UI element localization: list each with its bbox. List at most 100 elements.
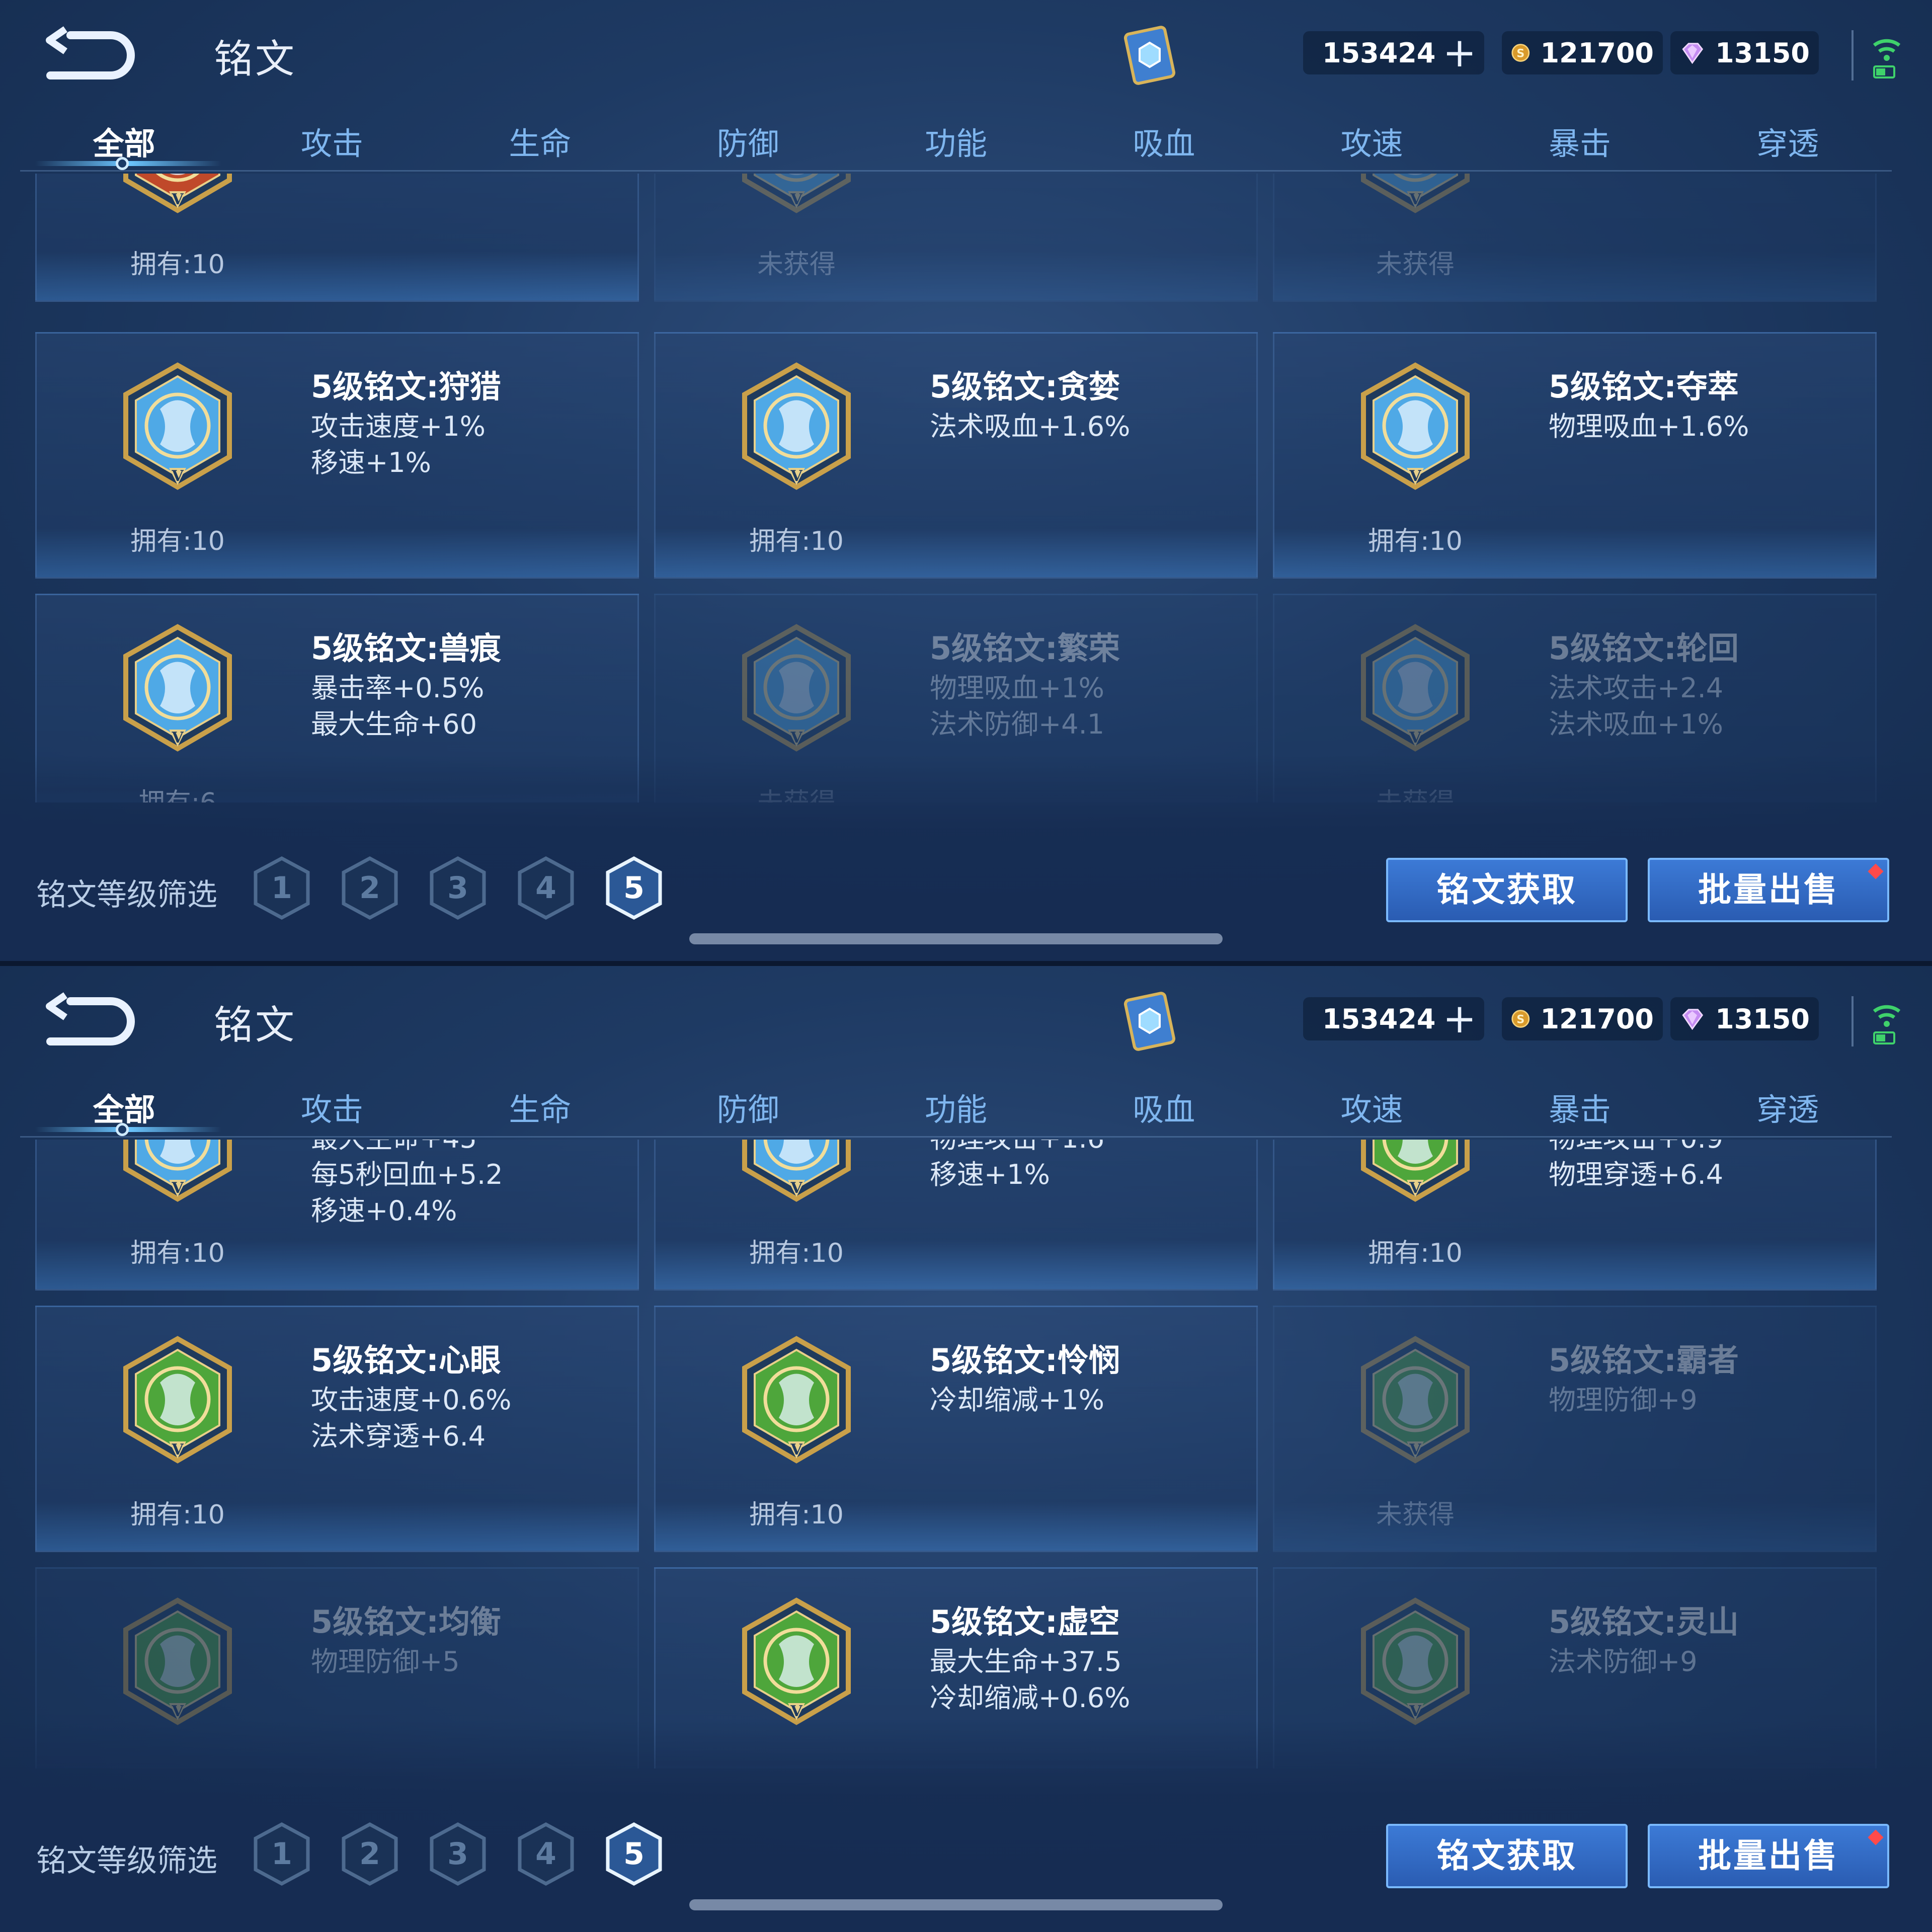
back-button[interactable] <box>40 25 136 80</box>
inscription-book-icon[interactable] <box>1117 989 1182 1054</box>
bulk-sell-button[interactable]: 批量出售 <box>1648 858 1889 922</box>
inscription-stat: 攻击速度+0.6% <box>311 1384 512 1416</box>
inscription-stat: 法术吸血+1.6% <box>930 411 1131 442</box>
coin-amount: 121700 <box>1540 1003 1654 1035</box>
tab-8[interactable]: 穿透 <box>1684 1077 1892 1137</box>
svg-text:S: S <box>1516 47 1524 60</box>
inscription-card[interactable]: V 5级铭文:霸者 物理防御+9 未获得 <box>1273 1306 1877 1552</box>
level-label: 2 <box>359 1836 380 1872</box>
inscription-stat: 移速+0.4% <box>311 1195 457 1227</box>
level-filter-2[interactable]: 2 <box>340 1821 400 1887</box>
get-inscription-button[interactable]: 铭文获取 <box>1386 858 1628 922</box>
level-label: 5 <box>623 1836 645 1872</box>
gem-currency[interactable]: 153424 + <box>1303 31 1484 74</box>
inscription-card[interactable]: V 5级铭文:心眼 攻击速度+0.6% 法术穿透+6.4 拥有:10 <box>35 1306 639 1552</box>
coin-currency: S 121700 <box>1502 31 1663 74</box>
tab-5[interactable]: 吸血 <box>1060 1077 1268 1137</box>
tab-2[interactable]: 生命 <box>436 1077 644 1137</box>
inscription-name: 5级铭文:怜悯 <box>930 1342 1120 1379</box>
page-title: 铭文 <box>214 1003 297 1048</box>
inscription-emblem-icon: V <box>120 1596 235 1730</box>
inscription-card[interactable]: V 5级铭文:夺萃 物理吸血+1.6% 拥有:10 <box>1273 332 1877 579</box>
tab-3[interactable]: 防御 <box>644 111 852 171</box>
level-filter-4[interactable]: 4 <box>516 1821 576 1887</box>
add-gem-icon[interactable]: + <box>1442 999 1476 1039</box>
inscription-card[interactable]: V 拥有:10 <box>35 174 639 302</box>
inscription-card[interactable]: V 5级铭文:贪婪 法术吸血+1.6% 拥有:10 <box>654 332 1258 579</box>
level-filter-3[interactable]: 3 <box>428 855 488 921</box>
svg-text:V: V <box>1409 1441 1421 1459</box>
inscription-emblem-icon: V <box>1357 1596 1473 1730</box>
level-filter-label: 铭文等级筛选 <box>36 877 217 913</box>
wifi-signal-icon <box>1869 30 1904 80</box>
inscription-card[interactable]: V 未获得 <box>654 174 1258 302</box>
inscription-card[interactable]: V 5级铭文:调和最大生命+45每5秒回血+5.2移速+0.4%拥有:10 <box>35 1140 639 1291</box>
diamond-amount: 13150 <box>1715 37 1810 69</box>
inscription-emblem-icon: V <box>1357 623 1473 756</box>
tab-8[interactable]: 穿透 <box>1684 111 1892 171</box>
tab-7[interactable]: 暴击 <box>1476 111 1683 171</box>
inscription-name: 5级铭文:繁荣 <box>930 630 1120 667</box>
tab-3[interactable]: 防御 <box>644 1077 852 1137</box>
tab-divider <box>20 1136 1892 1138</box>
get-inscription-button[interactable]: 铭文获取 <box>1386 1824 1628 1888</box>
gem-currency[interactable]: 153424 + <box>1303 997 1484 1040</box>
back-button[interactable] <box>40 991 136 1046</box>
owned-count: 拥有:10 <box>749 1500 844 1530</box>
svg-text:V: V <box>171 1703 184 1720</box>
tab-5[interactable]: 吸血 <box>1060 111 1268 171</box>
owned-count: 拥有:10 <box>749 1238 844 1268</box>
level-filter-2[interactable]: 2 <box>340 855 400 921</box>
inscription-book-icon[interactable] <box>1117 23 1182 88</box>
inscription-card[interactable]: V 5级铭文:鹰眼物理攻击+0.9物理穿透+6.4拥有:10 <box>1273 1140 1877 1291</box>
diamond-currency: 13150 <box>1670 31 1819 74</box>
level-filter-5[interactable]: 5 <box>604 855 664 921</box>
tab-1[interactable]: 攻击 <box>228 111 436 171</box>
add-gem-icon[interactable]: + <box>1442 33 1476 73</box>
svg-text:S: S <box>1516 1013 1524 1026</box>
tab-1[interactable]: 攻击 <box>228 1077 436 1137</box>
screen-2: 铭文 153424 + S 121700 13150 全部 攻击 生命 防御 功能 吸血攻… <box>0 966 1932 1932</box>
level-filter-4[interactable]: 4 <box>516 855 576 921</box>
inscription-stat: 冷却缩减+0.6% <box>930 1682 1131 1714</box>
tab-divider <box>20 170 1892 172</box>
inscription-stat: 法术防御+4.1 <box>930 708 1105 740</box>
inscription-stat: 物理防御+5 <box>311 1646 460 1677</box>
screen-1: 铭文 153424 + S 121700 13150 全部 攻击 生命 防御 功能 吸血攻… <box>0 0 1932 966</box>
inscription-name: 5级铭文:心眼 <box>311 1342 501 1379</box>
tab-2[interactable]: 生命 <box>436 111 644 171</box>
active-tab-dot <box>116 1123 129 1136</box>
owned-count: 拥有:10 <box>1368 1238 1463 1268</box>
inscription-stat: 攻击速度+1% <box>311 411 486 442</box>
inscription-emblem-icon: V <box>1357 361 1473 495</box>
level-filter-5[interactable]: 5 <box>604 1821 664 1887</box>
inscription-name: 5级铭文:霸者 <box>1549 1342 1739 1379</box>
inscription-stat: 最大生命+37.5 <box>930 1646 1122 1677</box>
tab-6[interactable]: 攻速 <box>1268 1077 1476 1137</box>
tab-4[interactable]: 功能 <box>852 111 1060 171</box>
owned-count: 拥有:10 <box>1368 526 1463 556</box>
inscription-card[interactable]: V 5级铭文:隐匿物理攻击+1.6移速+1%拥有:10 <box>654 1140 1258 1291</box>
inscription-name: 5级铭文:兽痕 <box>311 630 501 667</box>
inscription-name: 5级铭文:狩猎 <box>311 368 501 405</box>
inscription-emblem-icon: V <box>120 623 235 756</box>
level-filter-1[interactable]: 1 <box>252 855 312 921</box>
inscription-stat: 每5秒回血+5.2 <box>311 1159 503 1190</box>
level-filter-1[interactable]: 1 <box>252 1821 312 1887</box>
inscription-card[interactable]: V 5级铭文:狩猎 攻击速度+1% 移速+1% 拥有:10 <box>35 332 639 579</box>
svg-text:V: V <box>790 1703 802 1720</box>
inscription-emblem-icon: V <box>1357 1335 1473 1468</box>
tab-4[interactable]: 功能 <box>852 1077 1060 1137</box>
owned-count: 未获得 <box>757 250 836 280</box>
level-filter-label: 铭文等级筛选 <box>36 1843 217 1879</box>
inscription-stat: 冷却缩减+1% <box>930 1384 1104 1416</box>
level-filter-3[interactable]: 3 <box>428 1821 488 1887</box>
inscription-grid: V 拥有:10 V 未获得 V 每5秒回血+4.5未获得 V 5级铭文:狩猎攻击… <box>35 174 1877 802</box>
tab-7[interactable]: 暴击 <box>1476 1077 1683 1137</box>
inscription-card[interactable]: V 5级铭文:怜悯 冷却缩减+1% 拥有:10 <box>654 1306 1258 1552</box>
bulk-sell-button[interactable]: 批量出售 <box>1648 1824 1889 1888</box>
notification-dot <box>1868 1829 1884 1845</box>
inscription-emblem-icon: V <box>120 1140 235 1206</box>
inscription-card[interactable]: V 每5秒回血+4.5未获得 <box>1273 174 1877 302</box>
tab-6[interactable]: 攻速 <box>1268 111 1476 171</box>
